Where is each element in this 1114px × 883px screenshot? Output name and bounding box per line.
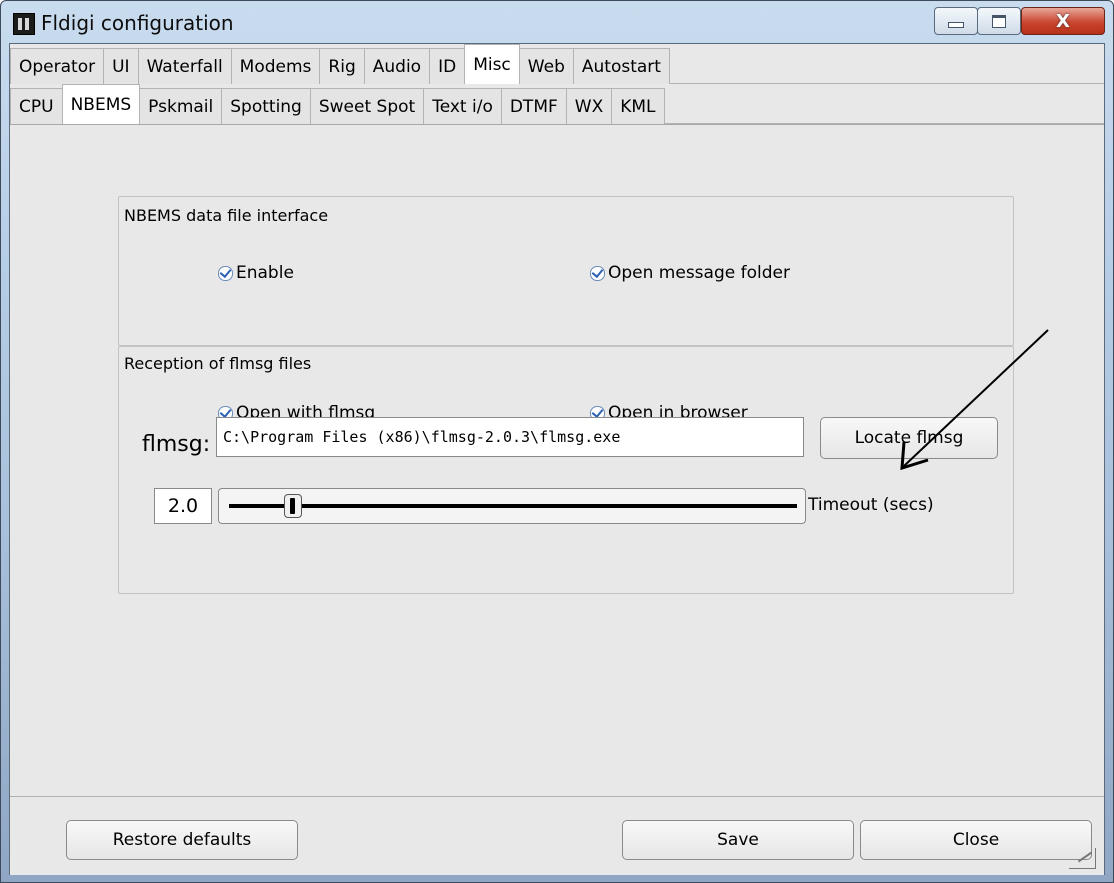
subtab-nbems[interactable]: NBEMS	[61, 84, 141, 124]
save-button[interactable]: Save	[622, 820, 854, 860]
slider-track	[229, 504, 797, 508]
subtab-text-i-o[interactable]: Text i/o	[423, 88, 502, 124]
arrow-icon	[900, 329, 1049, 471]
bottom-button-bar: Restore defaults Save Close	[10, 796, 1104, 875]
timeout-value-box[interactable]: 2.0	[154, 488, 212, 524]
subtab-spotting[interactable]: Spotting	[221, 88, 311, 124]
tab-misc[interactable]: Misc	[464, 44, 520, 84]
close-button[interactable]: Close	[860, 820, 1092, 860]
maximize-icon	[992, 14, 1006, 28]
slider-thumb[interactable]	[284, 494, 302, 518]
restore-defaults-button[interactable]: Restore defaults	[66, 820, 298, 860]
flmsg-path-label: flmsg:	[142, 432, 211, 457]
open-message-folder-checkbox[interactable]: Open message folder	[590, 263, 790, 283]
check-icon	[590, 265, 605, 281]
enable-label: Enable	[236, 263, 294, 283]
title-bar[interactable]: Fldigi configuration X	[1, 1, 1113, 43]
fldigi-app-icon	[13, 13, 35, 35]
tab-autostart[interactable]: Autostart	[572, 48, 670, 84]
nbems-panel: NBEMS data file interface Enable Open me…	[10, 126, 1104, 796]
timeout-label: Timeout (secs)	[808, 495, 934, 515]
subtab-wx[interactable]: WX	[565, 88, 613, 124]
tab-id[interactable]: ID	[429, 48, 466, 84]
maximize-button[interactable]	[977, 7, 1021, 35]
subtab-pskmail[interactable]: Pskmail	[139, 88, 223, 124]
minimize-button[interactable]	[934, 7, 978, 35]
close-icon: X	[1056, 10, 1070, 32]
subtab-dtmf[interactable]: DTMF	[500, 88, 567, 124]
subtab-kml[interactable]: KML	[611, 88, 665, 124]
tab-rig[interactable]: Rig	[319, 48, 365, 84]
enable-checkbox[interactable]: Enable	[218, 263, 294, 283]
tab-waterfall[interactable]: Waterfall	[137, 48, 232, 84]
sub-tab-bar: CPU NBEMS Pskmail Spotting Sweet Spot Text i/…	[10, 84, 1104, 125]
tab-modems[interactable]: Modems	[230, 48, 321, 84]
timeout-slider[interactable]	[218, 488, 806, 524]
open-message-folder-label: Open message folder	[608, 263, 790, 283]
reception-group-label: Reception of flmsg files	[124, 354, 312, 373]
check-icon	[218, 265, 233, 281]
minimize-icon	[948, 22, 964, 28]
tab-ui[interactable]: UI	[103, 48, 139, 84]
fldigi-config-window: Fldigi configuration X Operator UI Waterfa…	[0, 0, 1114, 883]
subtab-bar-spacer	[663, 87, 1104, 124]
resize-grip-icon[interactable]	[1069, 848, 1096, 869]
tab-web[interactable]: Web	[518, 48, 574, 84]
nbems-group-label: NBEMS data file interface	[124, 206, 329, 225]
window-title: Fldigi configuration	[41, 11, 234, 35]
subtab-cpu[interactable]: CPU	[10, 88, 63, 124]
tab-operator[interactable]: Operator	[10, 48, 105, 84]
tab-bar-spacer	[668, 47, 1104, 84]
reception-group	[118, 346, 1014, 594]
client-area: Operator UI Waterfall Modems Rig Audio ID Misc W…	[9, 43, 1105, 875]
subtab-sweet-spot[interactable]: Sweet Spot	[309, 88, 425, 124]
flmsg-path-input[interactable]	[216, 417, 804, 457]
close-window-button[interactable]: X	[1021, 7, 1105, 35]
main-tab-bar: Operator UI Waterfall Modems Rig Audio ID Misc W…	[10, 44, 1104, 84]
tab-audio[interactable]: Audio	[363, 48, 431, 84]
